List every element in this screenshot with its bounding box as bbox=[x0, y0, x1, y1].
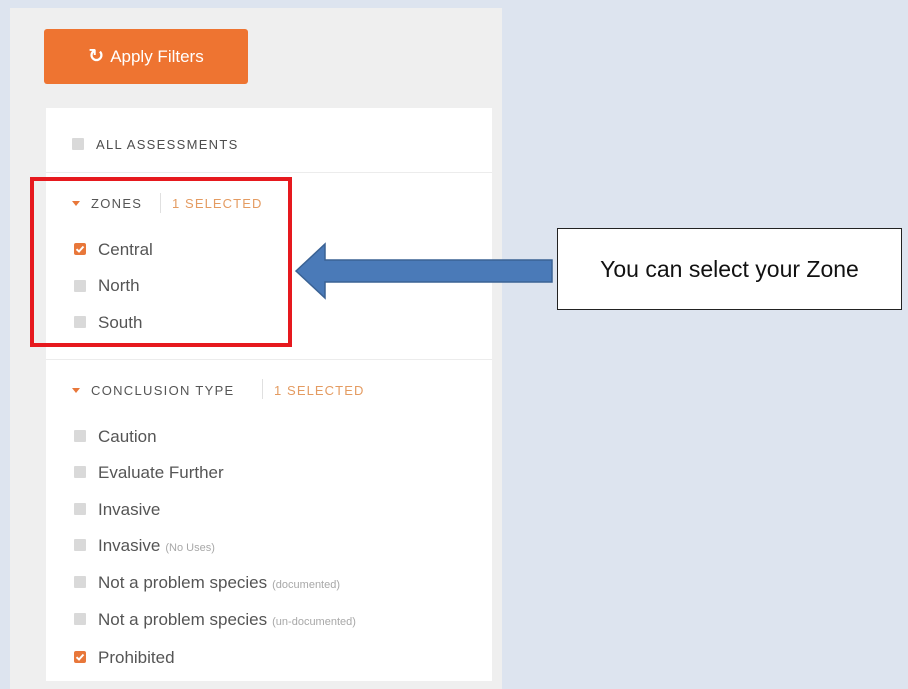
conclusion-not-problem-undocumented-checkbox[interactable] bbox=[74, 613, 86, 625]
checkmark-icon bbox=[75, 653, 85, 661]
conclusion-option-label: Caution bbox=[98, 427, 157, 446]
option-qualifier: (un-documented) bbox=[272, 616, 356, 628]
divider bbox=[46, 172, 492, 173]
conclusion-type-selected-count: 1 SELECTED bbox=[274, 383, 365, 398]
option-qualifier: (documented) bbox=[272, 579, 341, 591]
conclusion-type-section-title[interactable]: CONCLUSION TYPE bbox=[91, 383, 235, 398]
conclusion-option-label: Evaluate Further bbox=[98, 463, 224, 482]
divider bbox=[46, 359, 492, 360]
section-separator bbox=[262, 379, 263, 399]
conclusion-option-label: Not a problem species (un-documented) bbox=[98, 610, 356, 629]
conclusion-caution-checkbox[interactable] bbox=[74, 430, 86, 442]
all-assessments-checkbox[interactable] bbox=[72, 138, 84, 150]
conclusion-option-label: Invasive (No Uses) bbox=[98, 536, 215, 555]
conclusion-invasive-checkbox[interactable] bbox=[74, 503, 86, 515]
conclusion-invasive-no-uses-checkbox[interactable] bbox=[74, 539, 86, 551]
apply-filters-button[interactable]: ↻ Apply Filters bbox=[44, 29, 248, 84]
conclusion-option-label: Invasive bbox=[98, 500, 161, 519]
apply-filters-label: Apply Filters bbox=[110, 46, 204, 66]
zones-highlight-box bbox=[30, 177, 292, 347]
annotation-callout: You can select your Zone bbox=[557, 228, 902, 310]
option-qualifier: (No Uses) bbox=[165, 542, 215, 554]
conclusion-evaluate-further-checkbox[interactable] bbox=[74, 466, 86, 478]
conclusion-not-problem-documented-checkbox[interactable] bbox=[74, 576, 86, 588]
all-assessments-label: ALL ASSESSMENTS bbox=[96, 137, 239, 152]
conclusion-prohibited-checkbox[interactable] bbox=[74, 651, 86, 663]
conclusion-option-label: Not a problem species (documented) bbox=[98, 573, 341, 592]
refresh-icon: ↻ bbox=[88, 46, 105, 67]
conclusion-option-label: Prohibited bbox=[98, 648, 175, 667]
left-arrow-icon bbox=[294, 242, 553, 300]
caret-down-icon[interactable] bbox=[72, 388, 80, 393]
